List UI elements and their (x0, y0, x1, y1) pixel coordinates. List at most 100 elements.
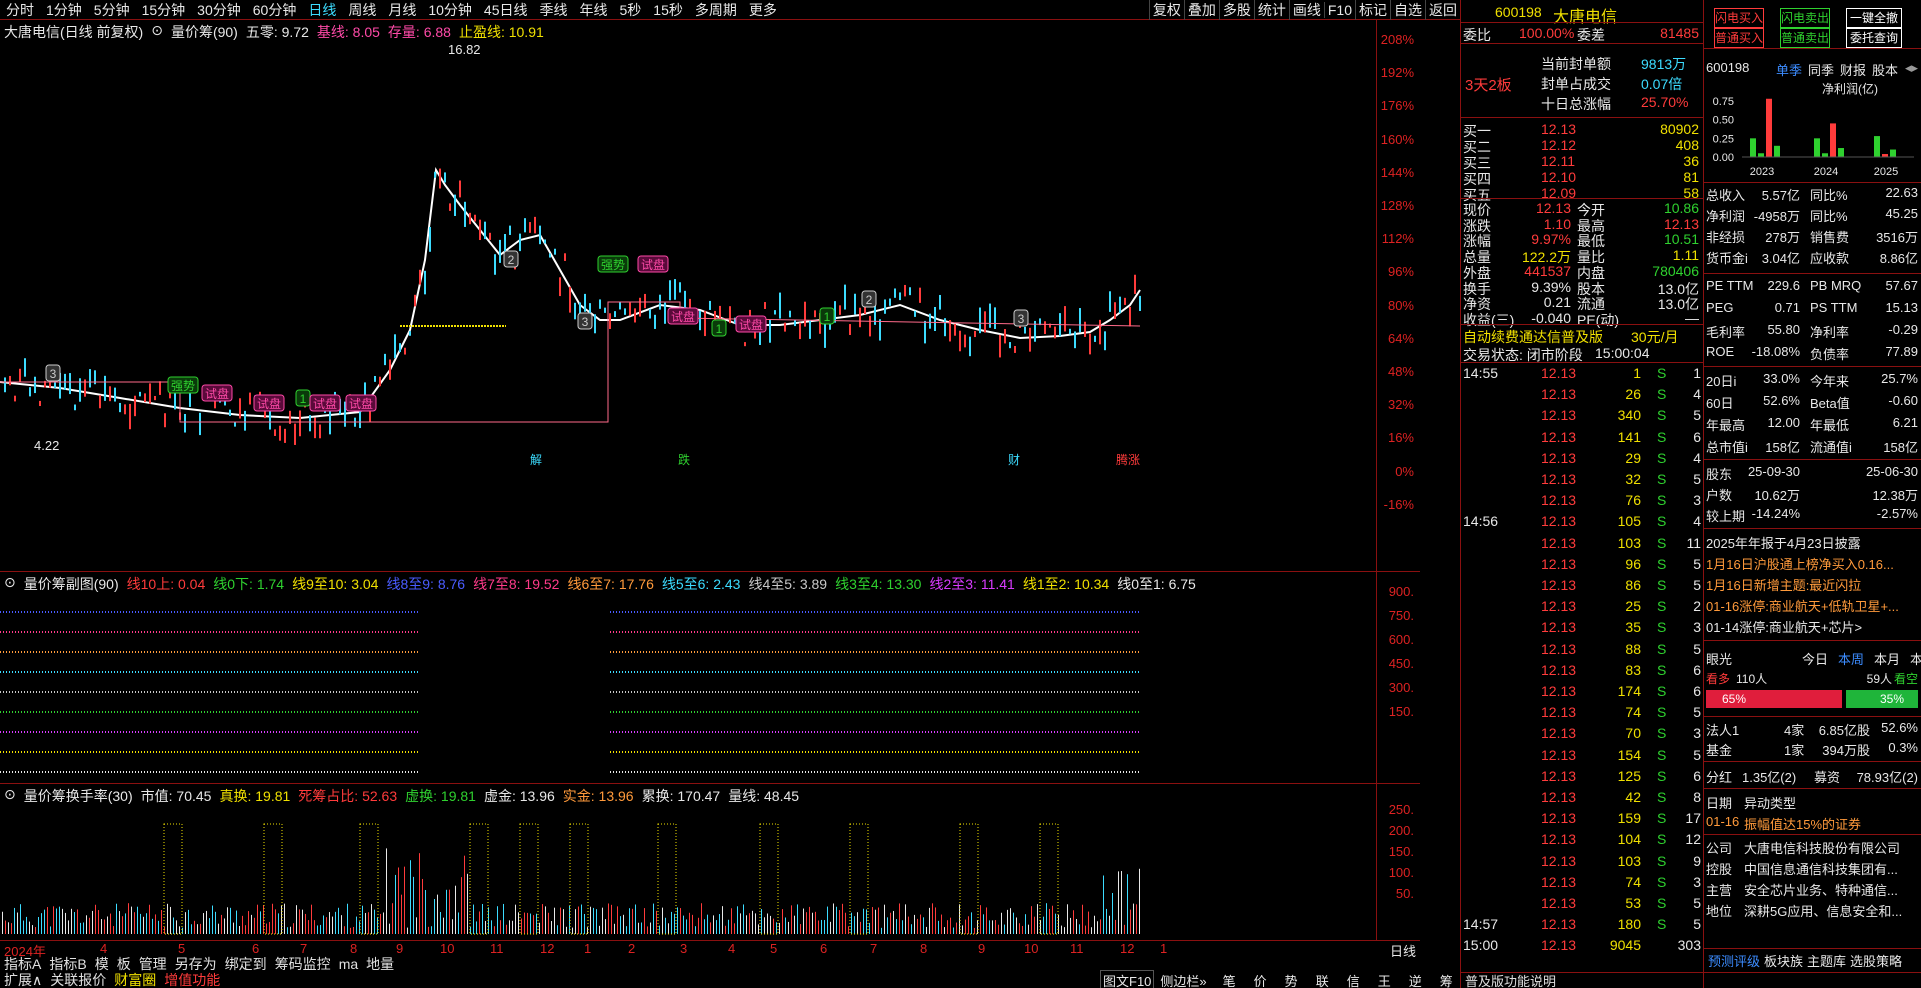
news-item[interactable]: 01-14涨停:商业航天+芯片> (1706, 615, 1918, 636)
candle (849, 324, 851, 335)
f10-tab[interactable]: 图文F10 (1100, 969, 1155, 988)
f10-link[interactable]: 预测评级 (1708, 951, 1760, 970)
period-tab[interactable]: 10分钟 (422, 0, 478, 20)
turnover-bar (1079, 924, 1080, 934)
f10-footer (1704, 972, 1921, 988)
toolbar-tool-button[interactable]: F10 (1323, 1, 1355, 18)
eye-tab[interactable]: 今日 (1802, 649, 1828, 668)
candle (239, 398, 241, 419)
candle (74, 404, 76, 411)
extension-tab[interactable]: 关联报价 (50, 970, 106, 988)
candle (744, 342, 746, 347)
toolbar-tool-button[interactable]: 画线 (1288, 0, 1324, 20)
event-marker[interactable]: 腾涨 (1116, 452, 1140, 467)
event-marker[interactable]: 跌 (678, 452, 690, 467)
tag-text: 1 (824, 310, 831, 324)
f10-arrows[interactable]: ◂▸ (1905, 60, 1918, 76)
candle (569, 286, 571, 313)
toolbar-tool-button[interactable]: 复权 (1148, 0, 1184, 20)
period-tab[interactable]: 周线 (342, 0, 382, 20)
period-tab[interactable]: 年线 (573, 0, 613, 20)
period-tab[interactable]: 更多 (743, 0, 783, 20)
extension-tab[interactable]: 增值功能 (164, 970, 220, 988)
trade-button[interactable]: 闪电买入 (1714, 8, 1764, 28)
eye-tab[interactable]: 本年 (1910, 649, 1921, 668)
trade-button[interactable]: 普通买入 (1714, 28, 1764, 48)
f10-link[interactable]: 板块族 (1764, 951, 1803, 970)
status-icon[interactable]: 笔 (1223, 971, 1236, 988)
f10-info-label[interactable]: 普及版功能说明 (1461, 971, 1560, 988)
period-tab[interactable]: 季线 (533, 0, 573, 20)
period-tab[interactable]: 15分钟 (136, 0, 192, 20)
status-icon[interactable]: 联 (1316, 971, 1329, 988)
turnover-bar (134, 912, 135, 934)
period-tab[interactable]: 5秒 (613, 0, 647, 20)
indicator-tab[interactable]: 筹码监控 (275, 954, 331, 974)
toolbar-tool-button[interactable]: 多股 (1218, 0, 1254, 20)
toolbar-tool-button[interactable]: 返回 (1425, 0, 1460, 20)
turnover-sub-chart[interactable]: ⊙ 量价筹换手率(30) 市值: 70.45 真换: 19.81 死筹占比: 52.63… (0, 784, 1420, 940)
toolbar-tool-button[interactable]: 叠加 (1183, 0, 1219, 20)
support-line (0, 301, 1141, 423)
abnormal-row[interactable]: 01-16 振幅值达15%的证券 (1706, 812, 1918, 833)
indicator-tab[interactable]: 绑定到 (225, 954, 267, 974)
status-icon[interactable]: 王 (1378, 971, 1391, 988)
turnover-bar (980, 905, 981, 934)
toolbar-tool-button[interactable]: 自选 (1390, 0, 1425, 20)
main-kline-chart[interactable]: 大唐电信(日线 前复权) ⊙ 量价筹(90) 五零: 9.72 基线: 8.05 存量: … (0, 20, 1420, 572)
period-tab[interactable]: 日线 (302, 0, 342, 20)
status-icon[interactable]: 逆 (1409, 971, 1422, 988)
f10-tab[interactable]: 同季 (1808, 60, 1834, 79)
period-tab[interactable]: 60分钟 (247, 0, 303, 20)
kline-canvas[interactable]: 16.824.22强势试盘试盘 1 试盘 试盘23强势 试盘试盘1 试盘1233解跌财腾涨 (0, 20, 1376, 572)
news-item[interactable]: 1月16日新增主题:最近闪拉 (1706, 573, 1918, 594)
trade-button[interactable]: 闪电卖出 (1780, 8, 1830, 28)
period-tab[interactable]: 30分钟 (191, 0, 247, 20)
eye-tab[interactable]: 本周 (1838, 649, 1864, 668)
turnover-bar (497, 906, 498, 934)
news-item[interactable]: 01-16涨停:商业航天+低轨卫星+... (1706, 594, 1918, 615)
chip-sub-chart[interactable]: ⊙ 量价筹副图(90) 线10上: 0.04 线0下: 1.74 线9至10: 3.04… (0, 572, 1420, 784)
period-tab[interactable]: 1分钟 (40, 0, 88, 20)
period-tab[interactable]: 45日线 (478, 0, 534, 20)
toolbar-tool-button[interactable]: 标记 (1355, 0, 1390, 20)
period-tab[interactable]: 月线 (382, 0, 422, 20)
toolbar-tool-button[interactable]: 统计 (1253, 0, 1289, 20)
event-marker[interactable]: 解 (530, 453, 542, 467)
f10-tab[interactable]: 财报 (1840, 60, 1866, 79)
chip-canvas[interactable] (0, 572, 1376, 784)
f10-tab[interactable]: 股本 (1872, 60, 1898, 79)
tag-text: 3 (50, 367, 57, 381)
event-marker[interactable]: 财 (1008, 453, 1020, 467)
extension-tab[interactable]: 扩展∧ (4, 970, 42, 988)
extension-tab[interactable]: 财富圈 (114, 970, 156, 988)
sidebar-tab[interactable]: 侧边栏» (1160, 971, 1206, 988)
turnover-bar (644, 908, 645, 934)
trade-button[interactable]: 委托查询 (1846, 28, 1902, 48)
trade-button[interactable]: 普通卖出 (1780, 28, 1830, 48)
status-icon[interactable]: 信 (1347, 971, 1360, 988)
candle (329, 408, 331, 435)
news-item[interactable]: 2025年年报于4月23日披露 (1706, 531, 1918, 552)
trade-button[interactable]: 一键全撤 (1846, 8, 1902, 28)
indicator-tab[interactable]: 地量 (366, 954, 394, 974)
indicator-tab[interactable]: ma (339, 956, 358, 972)
period-tab[interactable]: 15秒 (647, 0, 689, 20)
news-item[interactable]: 1月16日沪股通上榜净买入0.16... (1706, 552, 1918, 573)
f10-link[interactable]: 选股策略 (1850, 951, 1902, 970)
candle (394, 334, 396, 359)
f10-link[interactable]: 主题库 (1807, 951, 1846, 970)
status-icon[interactable]: 势 (1285, 971, 1298, 988)
candle (649, 308, 651, 319)
period-tab[interactable]: 多周期 (689, 0, 743, 20)
period-tab[interactable]: 5分钟 (88, 0, 136, 20)
status-icon[interactable]: 筹 (1440, 971, 1453, 988)
company-row: 控股 中国信息通信科技集团有... (1706, 862, 1898, 877)
period-tab[interactable]: 分时 (0, 0, 40, 20)
turnover-canvas[interactable] (0, 784, 1376, 940)
promo-row[interactable]: 自动续费通达信普及版 30元/月 (1461, 325, 1703, 345)
eye-tab[interactable]: 本月 (1874, 649, 1900, 668)
status-icon[interactable]: 价 (1254, 971, 1267, 988)
turnover-bar (1124, 924, 1125, 934)
f10-tab[interactable]: 单季 (1776, 60, 1802, 79)
